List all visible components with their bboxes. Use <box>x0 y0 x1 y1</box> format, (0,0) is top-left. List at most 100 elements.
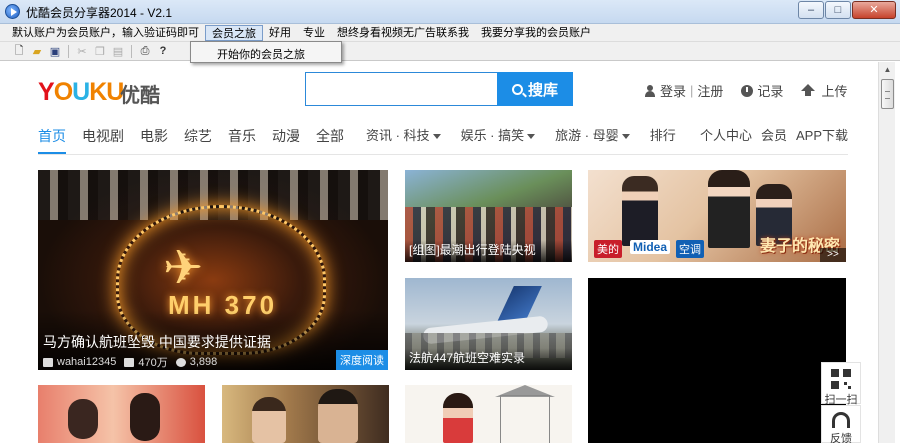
tile-caption[interactable]: 法航447航班空难实录 <box>409 349 525 366</box>
youku-logo-cn[interactable]: 优酷 <box>120 79 160 108</box>
comment-icon <box>175 357 186 367</box>
chevron-down-icon <box>432 134 441 140</box>
open-folder-icon[interactable]: ▰ <box>28 43 46 59</box>
video-tile[interactable] <box>405 385 572 443</box>
close-button[interactable]: ✕ <box>852 1 896 19</box>
tile-thumbnail <box>443 393 473 443</box>
main-nav: 首页 电视剧 电影 综艺 音乐 动漫 全部 资讯 · 科技 娱乐 · 搞笑 旅游… <box>38 126 848 154</box>
nav-personal-center[interactable]: 个人中心 <box>700 126 752 146</box>
help-icon[interactable]: ? <box>154 43 172 59</box>
browser-page: YOUKU 优酷 搜库 登录 | 注册 记录 上传 首页 电视剧 电影 综艺 音… <box>0 62 878 443</box>
menubar: 默认账户为会员账户，输入验证码即可 会员之旅 好用 专业 想终身看视频无广告联系… <box>0 24 900 42</box>
menu-useful[interactable]: 好用 <box>263 25 297 41</box>
history-icon <box>741 84 754 97</box>
tile-caption[interactable]: [组图]最潮出行登陆央视 <box>409 241 536 258</box>
menu-member-journey[interactable]: 会员之旅 <box>205 24 263 41</box>
paste-icon[interactable]: ▤ <box>109 43 127 59</box>
menu-pro[interactable]: 专业 <box>297 25 331 41</box>
feature-comments: 3,898 <box>189 356 218 368</box>
video-tile[interactable] <box>38 385 205 443</box>
qr-code-icon <box>831 369 851 389</box>
feature-user[interactable]: wahai12345 <box>57 356 116 368</box>
ad-brand-logo: Midea <box>630 240 671 254</box>
ad-person <box>708 170 750 248</box>
video-tile-af447[interactable]: 法航447航班空难实录 <box>405 278 572 370</box>
nav-right: 个人中心 会员 APP下载 <box>691 126 848 146</box>
copy-icon[interactable]: ❐ <box>91 43 109 59</box>
app-play-icon <box>5 4 20 19</box>
cut-icon[interactable]: ✂ <box>73 43 91 59</box>
nav-news-tech[interactable]: 资讯 · 科技 <box>366 126 441 154</box>
video-tile[interactable] <box>222 385 389 443</box>
nav-music[interactable]: 音乐 <box>228 126 256 154</box>
user-links: 登录 | 注册 记录 上传 <box>644 81 847 100</box>
play-count-icon <box>124 357 135 367</box>
window-titlebar: 优酷会员分享器2014 - V2.1 – □ ✕ <box>0 0 900 24</box>
new-file-icon[interactable]: 🗋 <box>10 43 28 59</box>
feedback-label: 反馈 <box>830 433 852 443</box>
video-player-area[interactable] <box>588 278 846 443</box>
feature-meta: wahai12345 470万 3,898 <box>43 354 217 370</box>
nav-variety[interactable]: 综艺 <box>184 126 212 154</box>
save-icon[interactable]: ▣ <box>46 43 64 59</box>
menu-share-account[interactable]: 我要分享我的会员账户 <box>475 25 597 41</box>
ad-brand-cn: 美的 <box>594 240 622 258</box>
nav-travel-baby[interactable]: 旅游 · 母婴 <box>555 126 630 154</box>
toolbar: 🗋 ▰ ▣ ✂ ❐ ▤ ⎙ ? <box>0 42 900 61</box>
feedback-button[interactable]: 反馈 <box>821 405 861 443</box>
login-link[interactable]: 登录 <box>660 81 686 100</box>
window-title: 优酷会员分享器2014 - V2.1 <box>26 6 173 20</box>
ad-brand-suffix: 空调 <box>676 240 704 258</box>
feature-caption[interactable]: 马方确认航班坠毁 中国要求提供证据 <box>43 332 271 352</box>
nav-app-download[interactable]: APP下载 <box>796 126 848 146</box>
plane-icon: ✈ <box>163 242 204 295</box>
nav-anime[interactable]: 动漫 <box>272 126 300 154</box>
nav-movie[interactable]: 电影 <box>140 126 168 154</box>
chevron-down-icon <box>527 134 536 140</box>
tile-thumbnail <box>252 397 286 443</box>
vertical-scrollbar[interactable]: ▲ <box>878 62 895 443</box>
headset-icon <box>832 412 850 428</box>
nav-membership[interactable]: 会员 <box>761 126 787 146</box>
video-tile-cctv[interactable]: [组图]最潮出行登陆央视 <box>405 170 572 262</box>
toolbar-separator <box>68 44 69 58</box>
nav-home[interactable]: 首页 <box>38 126 66 154</box>
feature-video-tile[interactable]: ✈ MH 370 马方确认航班坠毁 中国要求提供证据 wahai12345 47… <box>38 170 388 370</box>
register-link[interactable]: 注册 <box>697 81 723 100</box>
start-member-journey-item[interactable]: 开始你的会员之旅 <box>217 46 305 62</box>
chevron-down-icon <box>621 134 630 140</box>
menu-default-account[interactable]: 默认账户为会员账户，输入验证码即可 <box>6 25 205 41</box>
ad-more-button[interactable]: >> <box>820 248 846 262</box>
nav-all[interactable]: 全部 <box>316 126 344 154</box>
window-controls: – □ ✕ <box>797 1 896 19</box>
maximize-button[interactable]: □ <box>825 1 851 19</box>
nav-divider <box>38 154 848 155</box>
tile-thumbnail <box>68 399 98 439</box>
tile-thumbnail <box>130 393 160 441</box>
tile-thumbnail <box>500 395 550 443</box>
user-icon <box>43 357 53 367</box>
nav-ent-funny[interactable]: 娱乐 · 搞笑 <box>461 126 536 154</box>
search-input[interactable] <box>305 72 497 106</box>
history-link[interactable]: 记录 <box>757 81 783 100</box>
member-journey-dropdown: 开始你的会员之旅 <box>190 41 342 63</box>
deep-read-badge[interactable]: 深度阅读 <box>336 350 388 370</box>
youku-logo[interactable]: YOUKU <box>38 78 124 107</box>
scroll-up-icon[interactable]: ▲ <box>881 63 894 77</box>
upload-link[interactable]: 上传 <box>821 81 847 100</box>
print-icon[interactable]: ⎙ <box>136 43 154 59</box>
menu-contact[interactable]: 想终身看视频无广告联系我 <box>331 25 475 41</box>
feature-plays: 470万 <box>138 357 168 369</box>
toolbar-separator <box>131 44 132 58</box>
search-icon <box>511 83 523 95</box>
search-button[interactable]: 搜库 <box>497 72 573 106</box>
nav-tv[interactable]: 电视剧 <box>82 126 124 154</box>
scan-qr-button[interactable]: 扫一扫 <box>821 362 861 406</box>
nav-ranking[interactable]: 排行 <box>650 126 676 154</box>
search-button-label: 搜库 <box>527 81 558 99</box>
minimize-button[interactable]: – <box>798 1 824 19</box>
ad-banner[interactable]: 美的 Midea 空调 妻子的秘密 >> <box>588 170 846 262</box>
upload-icon <box>801 84 816 96</box>
user-icon <box>644 84 656 97</box>
scrollbar-thumb[interactable] <box>881 79 894 109</box>
